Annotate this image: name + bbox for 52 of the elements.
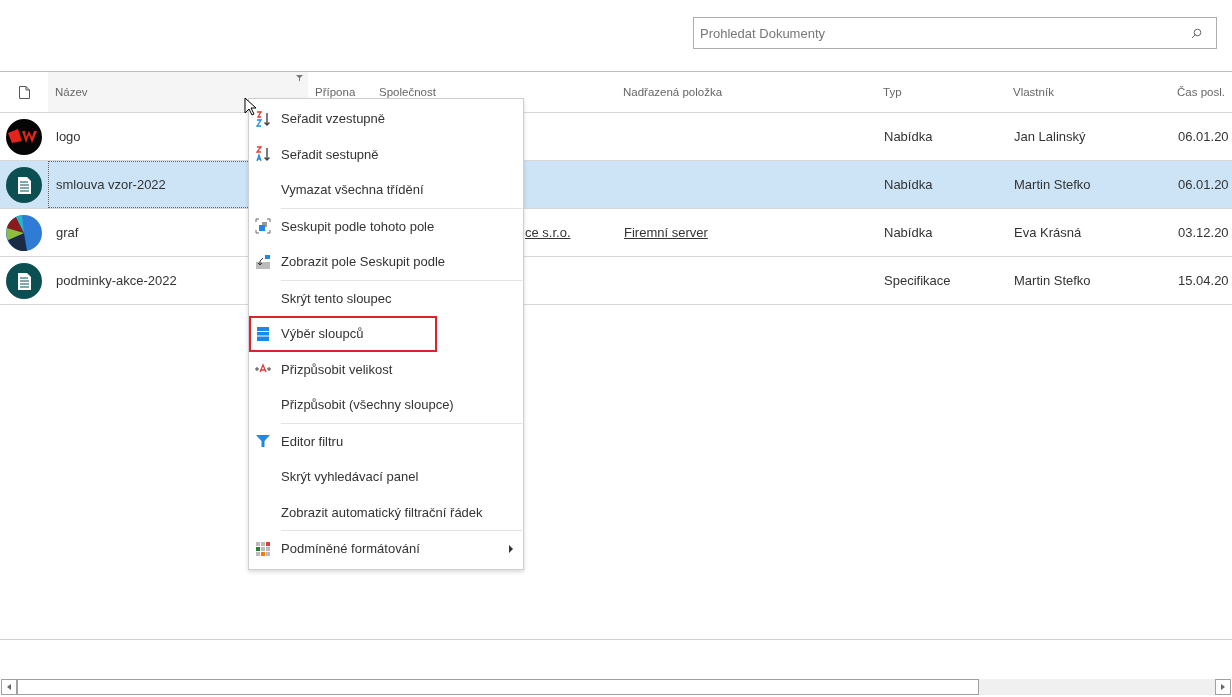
table-cell: 03.12.20 (1178, 225, 1229, 240)
file-name: podminky-akce-2022 (56, 273, 177, 288)
company-link[interactable]: ce s.r.o. (525, 225, 571, 240)
search-icon[interactable] (1191, 28, 1202, 39)
file-name: logo (56, 129, 81, 144)
file-icon (18, 85, 30, 99)
group-panel-icon (255, 253, 271, 270)
table-cell: 06.01.20 (1178, 129, 1229, 144)
table-cell: Martin Stefko (1014, 273, 1091, 288)
file-name: graf (56, 225, 79, 240)
menu-item[interactable]: Přizpůsobit velikost (249, 351, 523, 387)
menu-item[interactable]: Vymazat všechna třídění (249, 172, 523, 208)
column-header[interactable]: Vlastník (1006, 72, 1170, 112)
logo-avatar (6, 118, 42, 155)
document-avatar (6, 262, 42, 299)
search-field[interactable]: Prohledat Dokumenty (693, 17, 1217, 49)
column-header[interactable]: Typ (876, 72, 1006, 112)
table-cell: Specifikace (884, 273, 951, 288)
filter-icon (255, 433, 271, 450)
column-header[interactable]: Název (48, 72, 308, 112)
menu-item[interactable]: Seskupit podle tohoto pole (249, 208, 523, 244)
table-cell: Eva Krásná (1014, 225, 1082, 240)
menu-item[interactable]: Podmíněné formátování (249, 531, 523, 567)
table-cell: Jan Lalinský (1014, 129, 1086, 144)
column-header[interactable]: Nadřazená položka (616, 72, 876, 112)
table-cell: 06.01.20 (1178, 177, 1229, 192)
group-icon (255, 218, 271, 235)
submenu-caret-icon (509, 544, 513, 553)
horizontal-scrollbar[interactable] (1, 679, 1231, 695)
menu-item[interactable]: Přizpůsobit (všechny sloupce) (249, 387, 523, 423)
pie-chart-avatar (6, 214, 42, 251)
columns-icon (255, 325, 271, 342)
scroll-right-icon[interactable] (1221, 684, 1225, 690)
scroll-left-icon[interactable] (7, 684, 11, 690)
file-name: smlouva vzor-2022 (56, 177, 166, 192)
menu-item[interactable]: Skrýt vyhledávací panel (249, 459, 523, 495)
menu-item[interactable]: Zobrazit automatický filtrační řádek (249, 494, 523, 530)
menu-item[interactable]: Editor filtru (249, 423, 523, 459)
column-header[interactable]: Čas posl. (1170, 72, 1232, 112)
sort-ascending-icon (255, 110, 271, 127)
table-cell: 15.04.20 (1178, 273, 1229, 288)
table-cell: Martin Stefko (1014, 177, 1091, 192)
sort-descending-icon (255, 146, 271, 163)
table-cell: Nabídka (884, 129, 933, 144)
table-cell: Nabídka (884, 177, 933, 192)
parent-link[interactable]: Firemní server (624, 225, 708, 240)
filter-icon[interactable] (296, 75, 303, 81)
scrollbar-thumb[interactable] (17, 679, 979, 695)
menu-item[interactable]: Výběr sloupců (249, 316, 437, 352)
table-cell: Nabídka (884, 225, 933, 240)
conditional-format-icon (255, 540, 271, 557)
document-avatar (6, 166, 42, 203)
